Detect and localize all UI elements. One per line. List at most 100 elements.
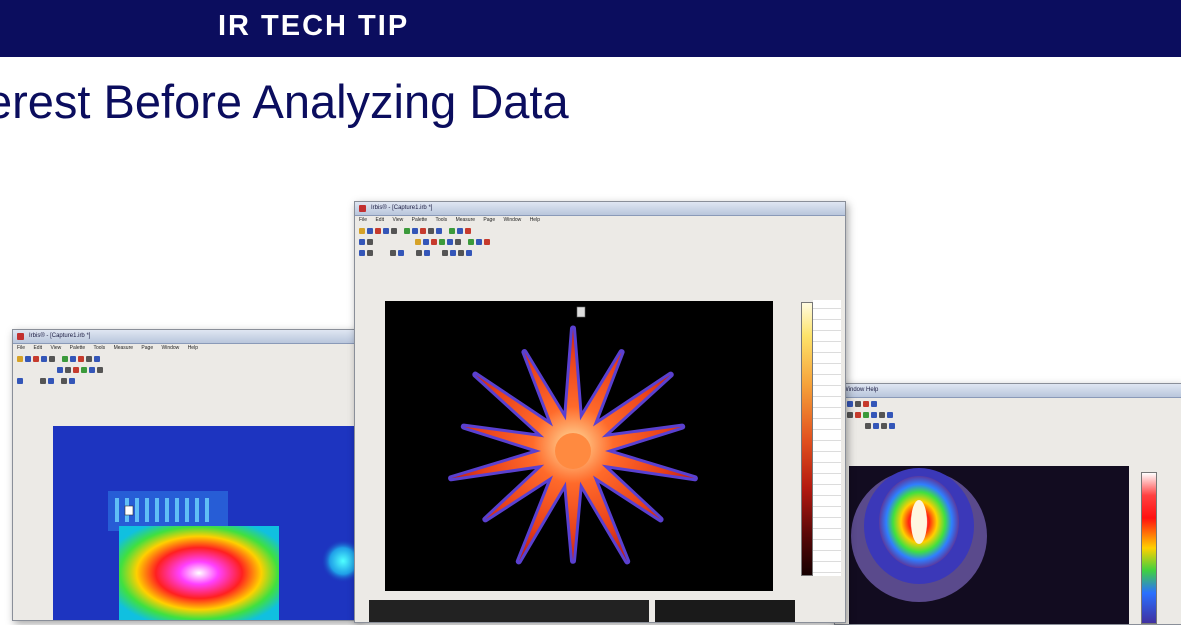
- layout-icon[interactable]: [398, 249, 404, 256]
- cursor-icon[interactable]: [359, 249, 365, 256]
- record-icon[interactable]: [375, 227, 381, 234]
- undo-icon[interactable]: [855, 400, 861, 407]
- toolbar-row: [13, 353, 359, 364]
- chart-icon[interactable]: [416, 249, 422, 256]
- chart-icon[interactable]: [61, 377, 67, 384]
- redo-icon[interactable]: [94, 355, 100, 362]
- menu-edit[interactable]: Edit: [375, 217, 384, 223]
- toolbar-row: [13, 375, 359, 386]
- menu-tools[interactable]: Tools: [94, 345, 106, 351]
- select-icon[interactable]: [887, 411, 893, 418]
- window-icon[interactable]: [457, 227, 463, 234]
- select-icon[interactable]: [415, 238, 421, 245]
- marker-icon[interactable]: [420, 227, 426, 234]
- select-icon[interactable]: [57, 366, 63, 373]
- menu-window[interactable]: Window: [504, 217, 522, 223]
- print-icon[interactable]: [49, 355, 55, 362]
- copy-icon[interactable]: [383, 227, 389, 234]
- copy-icon[interactable]: [41, 355, 47, 362]
- zoom-icon[interactable]: [70, 355, 76, 362]
- marker-icon[interactable]: [863, 400, 869, 407]
- profile-icon[interactable]: [476, 238, 482, 245]
- line-icon[interactable]: [847, 411, 853, 418]
- window-title: Irbis® - [Capture1.irb *]: [371, 205, 433, 211]
- rect-icon[interactable]: [447, 238, 453, 245]
- image-strip: [655, 600, 795, 622]
- undo-icon[interactable]: [86, 355, 92, 362]
- line-icon[interactable]: [65, 366, 71, 373]
- menu-file[interactable]: File: [359, 217, 367, 223]
- menu-file[interactable]: File: [17, 345, 25, 351]
- report-icon[interactable]: [450, 249, 456, 256]
- menu-measure[interactable]: Measure: [114, 345, 133, 351]
- layout-icon[interactable]: [873, 422, 879, 429]
- grid-icon[interactable]: [40, 377, 46, 384]
- save-icon[interactable]: [367, 227, 373, 234]
- ellipse-icon[interactable]: [97, 366, 103, 373]
- area-icon[interactable]: [81, 366, 87, 373]
- table-icon[interactable]: [69, 377, 75, 384]
- pointer-icon[interactable]: [367, 238, 373, 245]
- rect-icon[interactable]: [89, 366, 95, 373]
- zoom-icon[interactable]: [847, 400, 853, 407]
- open-icon[interactable]: [359, 227, 365, 234]
- menu-palette[interactable]: Palette: [70, 345, 86, 351]
- spot-icon[interactable]: [431, 238, 437, 245]
- menu-view[interactable]: View: [50, 345, 61, 351]
- thermal-window-right: Window Help: [834, 383, 1181, 625]
- chart-icon[interactable]: [881, 422, 887, 429]
- ellipse-icon[interactable]: [455, 238, 461, 245]
- area-icon[interactable]: [439, 238, 445, 245]
- spot-icon[interactable]: [73, 366, 79, 373]
- open-icon[interactable]: [17, 355, 23, 362]
- thermal-image-star[interactable]: [385, 301, 773, 591]
- table-icon[interactable]: [889, 422, 895, 429]
- menu-page[interactable]: Page: [483, 217, 495, 223]
- histogram-icon[interactable]: [468, 238, 474, 245]
- rect-icon[interactable]: [871, 411, 877, 418]
- palette-icon[interactable]: [404, 227, 410, 234]
- marker-icon[interactable]: [78, 355, 84, 362]
- arrow-icon[interactable]: [359, 238, 365, 245]
- undo-icon[interactable]: [428, 227, 434, 234]
- redo-icon[interactable]: [871, 400, 877, 407]
- page-icon[interactable]: [442, 249, 448, 256]
- record-icon[interactable]: [33, 355, 39, 362]
- menu-edit[interactable]: Edit: [33, 345, 42, 351]
- area-icon[interactable]: [863, 411, 869, 418]
- camera-icon[interactable]: [449, 227, 455, 234]
- temperature-scale: [1141, 472, 1157, 624]
- window-title: Irbis® - [Capture1.irb *]: [29, 333, 91, 339]
- isotherm-icon[interactable]: [484, 238, 490, 245]
- spot-icon[interactable]: [855, 411, 861, 418]
- import-icon[interactable]: [466, 249, 472, 256]
- window-titlebar: Irbis® - [Capture1.irb *]: [355, 202, 845, 216]
- menu-help[interactable]: Help: [530, 217, 540, 223]
- toolbar-row: [355, 247, 845, 258]
- save-icon[interactable]: [25, 355, 31, 362]
- layout-icon[interactable]: [48, 377, 54, 384]
- print-icon[interactable]: [391, 227, 397, 234]
- redo-icon[interactable]: [436, 227, 442, 234]
- stop-icon[interactable]: [465, 227, 471, 234]
- ellipse-icon[interactable]: [879, 411, 885, 418]
- thermal-image-cylinder[interactable]: [849, 466, 1129, 624]
- thermal-image-pcb[interactable]: [53, 426, 359, 620]
- temperature-scale: [801, 302, 813, 576]
- menu-palette[interactable]: Palette: [412, 217, 428, 223]
- menu-tools[interactable]: Tools: [436, 217, 448, 223]
- hand-icon[interactable]: [367, 249, 373, 256]
- menu-view[interactable]: View: [392, 217, 403, 223]
- table-icon[interactable]: [424, 249, 430, 256]
- menu-window[interactable]: Window: [162, 345, 180, 351]
- cursor-icon[interactable]: [17, 377, 23, 384]
- zoom-icon[interactable]: [412, 227, 418, 234]
- palette-icon[interactable]: [62, 355, 68, 362]
- menu-page[interactable]: Page: [141, 345, 153, 351]
- menu-measure[interactable]: Measure: [456, 217, 475, 223]
- grid-icon[interactable]: [865, 422, 871, 429]
- line-icon[interactable]: [423, 238, 429, 245]
- menu-help[interactable]: Help: [188, 345, 198, 351]
- export-icon[interactable]: [458, 249, 464, 256]
- grid-icon[interactable]: [390, 249, 396, 256]
